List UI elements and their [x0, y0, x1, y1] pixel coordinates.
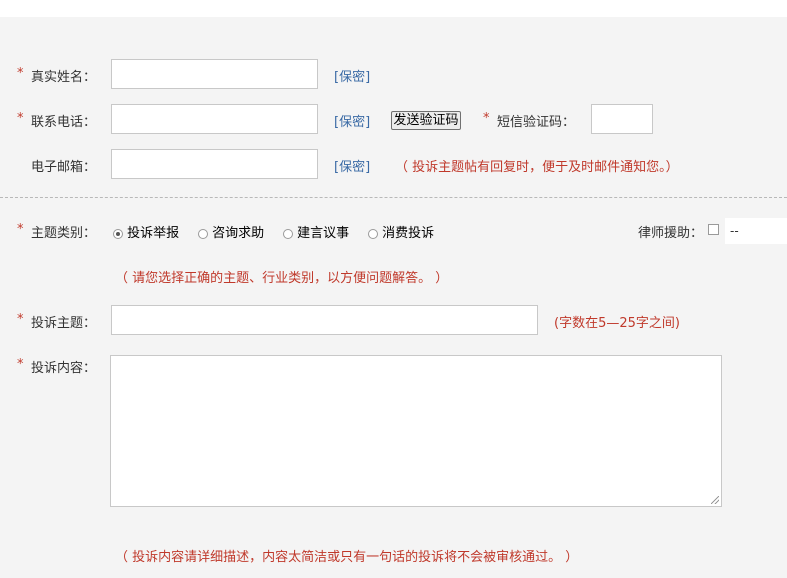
category-option-label: 咨询求助: [212, 226, 265, 241]
email-label: 电子邮箱：: [31, 160, 97, 175]
email-input[interactable]: [111, 149, 318, 179]
required-mark: *: [483, 111, 490, 126]
resize-handle-icon[interactable]: [711, 496, 719, 504]
content-textarea[interactable]: [110, 355, 722, 507]
name-input[interactable]: [111, 59, 318, 89]
category-option-label: 投诉举报: [127, 226, 180, 241]
category-label: 主题类别：: [31, 226, 97, 241]
sms-code-input[interactable]: [591, 104, 653, 134]
required-mark: *: [17, 222, 24, 237]
required-mark: *: [17, 312, 24, 327]
lawyer-aid-select[interactable]: --: [725, 218, 787, 244]
section-divider: [0, 197, 787, 198]
send-code-button[interactable]: 发送验证码: [391, 111, 461, 130]
subject-input[interactable]: [111, 305, 538, 335]
name-secret-link[interactable]: [保密]: [334, 66, 370, 85]
checkbox-icon[interactable]: [708, 224, 719, 235]
subject-hint: (字数在5—25字之间): [554, 316, 680, 331]
content-hint: （ 投诉内容请详细描述，内容太简洁或只有一句话的投诉将不会被审核通过。 ）: [115, 550, 579, 565]
sms-code-label: 短信验证码：: [497, 115, 576, 130]
phone-input[interactable]: [111, 104, 318, 134]
email-secret-link[interactable]: [保密]: [334, 156, 370, 175]
required-mark: *: [17, 66, 24, 81]
radio-selected-icon[interactable]: [113, 228, 123, 239]
category-option-label: 建言议事: [297, 226, 350, 241]
radio-icon[interactable]: [283, 228, 293, 239]
content-label: 投诉内容：: [31, 361, 97, 376]
lawyer-aid-checkbox[interactable]: [708, 222, 719, 237]
radio-icon[interactable]: [198, 228, 208, 239]
subject-label: 投诉主题：: [31, 316, 97, 331]
category-hint: （ 请您选择正确的主题、行业类别，以方便问题解答。 ）: [115, 271, 449, 286]
category-option-4[interactable]: 消费投诉: [368, 222, 434, 241]
lawyer-aid-label: 律师援助：: [638, 226, 704, 241]
required-mark: *: [17, 357, 24, 372]
category-option-2[interactable]: 咨询求助: [198, 222, 264, 241]
email-hint: （ 投诉主题帖有回复时，便于及时邮件通知您。）: [395, 160, 679, 175]
category-option-3[interactable]: 建言议事: [283, 222, 349, 241]
required-mark: *: [17, 111, 24, 126]
phone-label: 联系电话：: [31, 115, 97, 130]
phone-secret-link[interactable]: [保密]: [334, 111, 370, 130]
category-option-label: 消费投诉: [382, 226, 435, 241]
category-option-1[interactable]: 投诉举报: [113, 222, 179, 241]
name-label: 真实姓名：: [31, 70, 97, 85]
radio-icon[interactable]: [368, 228, 378, 239]
